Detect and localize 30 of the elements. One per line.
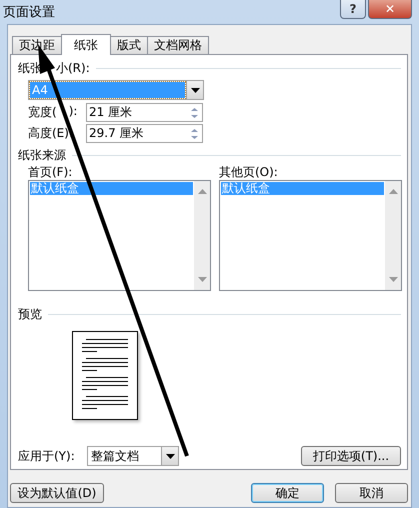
- scrollbar[interactable]: [194, 181, 210, 290]
- tab[interactable]: 版式: [110, 36, 148, 54]
- field-label: ):: [68, 104, 78, 120]
- scroll-up-icon[interactable]: [198, 189, 206, 194]
- field-label: 宽度(: [28, 104, 57, 121]
- section-heading: 纸张来源: [18, 146, 66, 164]
- dialog-button[interactable]: 取消: [335, 483, 408, 503]
- dialog-button[interactable]: 设为默认值(D): [10, 483, 104, 503]
- spin-field[interactable]: 21 厘米: [86, 103, 203, 122]
- help-button[interactable]: ?: [340, 0, 366, 19]
- tab[interactable]: 纸张: [61, 34, 111, 55]
- tab[interactable]: 文档网格: [147, 36, 209, 54]
- scroll-down-icon[interactable]: [388, 277, 398, 282]
- dropdown-value: 整篇文档: [90, 448, 140, 464]
- field-label: 应用于(Y):: [18, 448, 76, 464]
- spin-field[interactable]: 29.7 厘米: [86, 124, 203, 143]
- list-label: 其他页(O):: [219, 164, 279, 180]
- section-heading: 预览: [18, 306, 42, 322]
- dropdown-value: A4: [30, 82, 185, 98]
- print-options-button[interactable]: 打印选项(T)...: [301, 446, 401, 466]
- spin-arrows-icon: [189, 126, 200, 140]
- dialog-button[interactable]: 确定: [251, 483, 324, 503]
- window-title: 页面设置: [3, 4, 55, 21]
- scrollbar[interactable]: [385, 181, 401, 290]
- list-label: 首页(F):: [28, 164, 74, 180]
- spin-arrows-icon: [189, 106, 200, 120]
- section-heading: 小(R):: [56, 60, 90, 76]
- apply-to-dropdown[interactable]: 整篇文档: [87, 446, 179, 466]
- scroll-up-icon[interactable]: [388, 189, 398, 194]
- scroll-down-icon[interactable]: [198, 277, 206, 282]
